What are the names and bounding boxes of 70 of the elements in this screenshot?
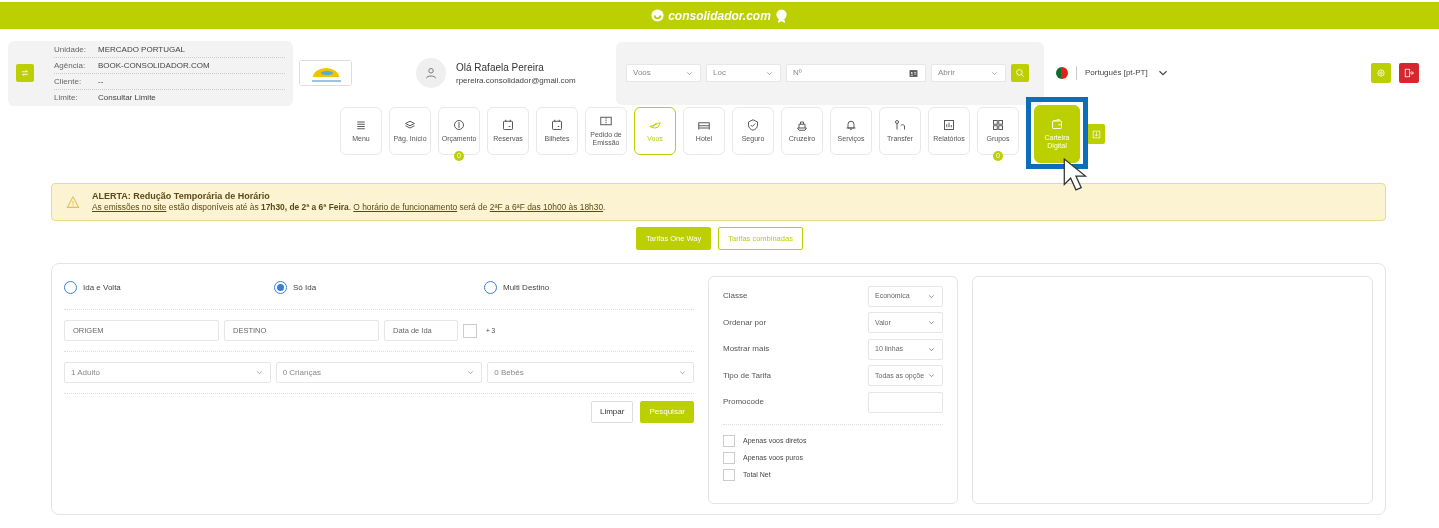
calendar-icon — [551, 119, 563, 132]
settings-button[interactable] — [1371, 63, 1391, 83]
number-field[interactable]: Nº — [786, 64, 926, 82]
logout-icon — [1404, 68, 1414, 78]
passenger-select[interactable]: 0 Bebés — [487, 362, 694, 383]
passenger-select[interactable]: 1 Adulto — [64, 362, 271, 383]
promocode-field[interactable] — [868, 391, 943, 413]
field-label: Agência: — [54, 59, 87, 72]
settings-icon — [1376, 68, 1386, 78]
trip-type-radio[interactable]: Multi Destino — [484, 281, 694, 294]
language-selector[interactable]: Português [pt-PT] — [1085, 67, 1148, 79]
field-label: Limite: — [54, 91, 79, 104]
menu-icon — [355, 119, 367, 132]
shield-icon — [747, 119, 759, 132]
filter-label: Promocode — [723, 396, 764, 409]
field-value: Consultar Limite — [98, 91, 156, 104]
coin-icon — [453, 119, 465, 132]
checkbox[interactable] — [463, 323, 477, 338]
trip-type-radio[interactable]: Só Ida — [274, 281, 484, 294]
alert-message: As emissões no site estão disponíveis até às 17h30, de 2ª a 6ª Feira. O horário de funcionamento será de 2ªF a 6ªF das 10h00 às 18h30. — [92, 201, 606, 214]
ticket-icon — [600, 115, 612, 128]
flag-icon — [1056, 67, 1068, 79]
bell-icon — [845, 119, 857, 132]
checkbox[interactable] — [723, 435, 735, 447]
chevron-icon — [678, 368, 687, 377]
filter-label: Ordenar por — [723, 316, 767, 329]
divider-line — [1076, 66, 1077, 80]
checkbox[interactable] — [723, 469, 735, 481]
transfer-icon — [894, 119, 906, 132]
airplane-icon — [649, 119, 661, 132]
alert-title: ALERTA: Redução Temporária de Horário — [92, 190, 271, 201]
search-icon — [1015, 68, 1025, 78]
bed-icon — [698, 119, 710, 132]
download-icon — [1091, 129, 1101, 139]
logo-icon — [650, 8, 666, 23]
link[interactable]: O horário de funcionamento — [353, 201, 458, 212]
id-card-icon — [908, 68, 919, 78]
logo-text: consolidador.com — [668, 7, 771, 25]
checkbox[interactable] — [723, 452, 735, 464]
filter-label: Mostrar mais — [723, 343, 770, 356]
passenger-select[interactable]: 0 Crianças — [275, 362, 483, 383]
filter-label: Tipo de Tarifa — [723, 369, 772, 382]
chevron-icon — [466, 368, 476, 377]
wallet-icon — [1051, 118, 1063, 131]
report-icon — [943, 119, 955, 132]
grid-icon — [992, 119, 1004, 132]
account-button[interactable] — [16, 64, 34, 82]
field-value: BOOK-CONSOLIDADOR.COM — [98, 59, 210, 72]
field-label: Cliente: — [54, 75, 83, 88]
search-button[interactable] — [1011, 64, 1029, 82]
calendar-icon — [502, 119, 514, 132]
locator-select[interactable]: Loc — [706, 64, 781, 82]
link[interactable]: As emissões no site — [92, 201, 167, 212]
filter-label: Classe — [723, 290, 748, 303]
user-email: rpereira.consolidador@gmail.com — [456, 74, 576, 87]
trip-type-radio[interactable]: Ida e Volta — [64, 281, 274, 294]
field-value: MERCADO PORTUGAL — [98, 43, 185, 56]
medal-icon — [773, 8, 789, 23]
swap-icon — [20, 68, 30, 78]
field-label: Unidade: — [54, 43, 88, 56]
clear-button[interactable]: Limpar — [590, 401, 634, 423]
product-select[interactable]: Voos — [626, 64, 701, 82]
chevron-icon — [254, 368, 264, 377]
field-value: -- — [98, 75, 104, 88]
action-select[interactable]: Abrir — [931, 64, 1006, 82]
logout-button[interactable] — [1399, 63, 1419, 83]
person-icon — [425, 67, 437, 79]
ship-icon — [796, 119, 808, 132]
user-name: Olá Rafaela Pereira — [456, 60, 545, 75]
warning-icon — [66, 195, 80, 209]
